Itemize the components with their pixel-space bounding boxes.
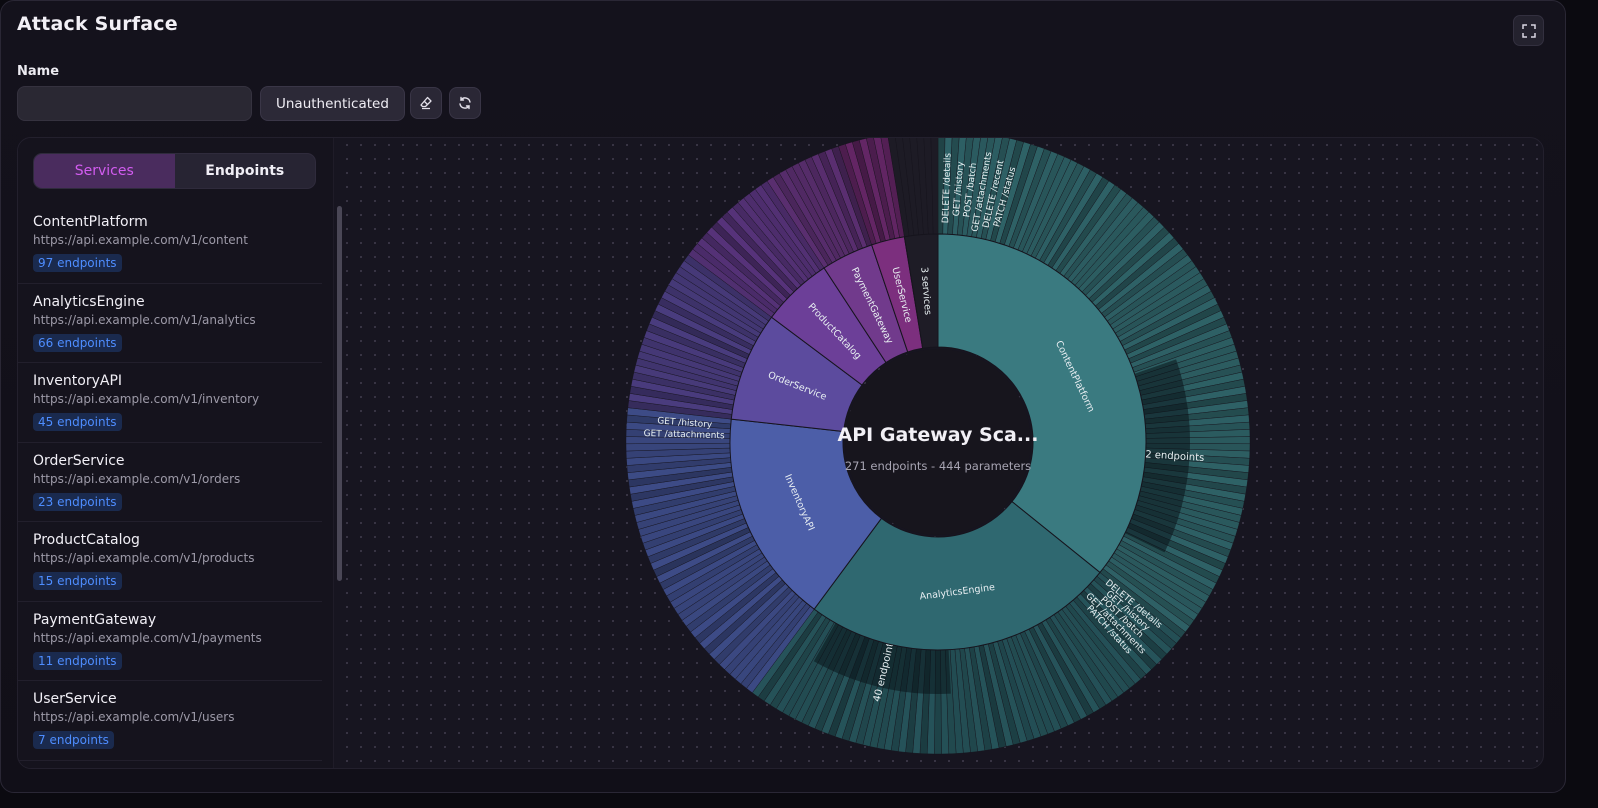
- service-name: OrderService: [33, 452, 125, 469]
- service-url: https://api.example.com/v1/orders: [33, 471, 241, 486]
- service-item-content-platform[interactable]: ContentPlatform https://api.example.com/…: [18, 204, 322, 284]
- service-item-user-service[interactable]: UserService https://api.example.com/v1/u…: [18, 681, 322, 761]
- service-item-product-catalog[interactable]: ProductCatalog https://api.example.com/v…: [18, 522, 322, 602]
- clear-button[interactable]: [410, 87, 442, 119]
- service-name: PaymentGateway: [33, 611, 157, 628]
- service-item-order-service[interactable]: OrderService https://api.example.com/v1/…: [18, 443, 322, 522]
- service-item-analytics-engine[interactable]: AnalyticsEngine https://api.example.com/…: [18, 284, 322, 363]
- eraser-icon: [420, 96, 432, 110]
- page-title: Attack Surface: [17, 13, 178, 35]
- name-input[interactable]: [17, 86, 252, 121]
- tab-endpoints[interactable]: Endpoints: [175, 154, 316, 188]
- endpoint-count-badge: 15 endpoints: [33, 572, 122, 590]
- refresh-button[interactable]: [449, 87, 481, 119]
- service-list: ContentPlatform https://api.example.com/…: [18, 204, 322, 768]
- service-name: ProductCatalog: [33, 532, 140, 548]
- name-label: Name: [17, 64, 60, 79]
- endpoint-count-badge: 97 endpoints: [33, 254, 122, 272]
- attack-surface-panel: 52 endpoints 40 endpoints DELETE /details G…: [17, 137, 1544, 769]
- endpoint-count-badge: 23 endpoints: [33, 492, 122, 511]
- service-name: InventoryAPI: [33, 373, 123, 389]
- expand-button[interactable]: [1513, 15, 1544, 46]
- attack-surface-window: Attack Surface Name Unauthenticated 52 e…: [0, 0, 1566, 793]
- endpoint-count-badge: 11 endpoints: [33, 651, 122, 670]
- sunburst-center-title: API Gateway Sca...: [838, 424, 1039, 446]
- service-url: https://api.example.com/v1/analytics: [33, 312, 256, 327]
- endpoint-count-badge: 45 endpoints: [33, 413, 122, 431]
- endpoint-count-badge: 7 endpoints: [33, 731, 114, 749]
- service-name: UserService: [33, 691, 117, 707]
- service-item-payment-gateway[interactable]: PaymentGateway https://api.example.com/v…: [18, 602, 322, 681]
- service-list-scrollbar[interactable]: [337, 206, 342, 581]
- service-url: https://api.example.com/v1/users: [33, 710, 235, 724]
- service-name: AnalyticsEngine: [33, 293, 145, 310]
- view-toggle: Services Endpoints: [33, 153, 316, 189]
- service-item-inventory-api[interactable]: InventoryAPI https://api.example.com/v1/…: [18, 363, 322, 443]
- service-url: https://api.example.com/v1/products: [33, 551, 255, 565]
- service-url: https://api.example.com/v1/content: [33, 233, 248, 247]
- endpoint-count-badge: 66 endpoints: [33, 333, 122, 352]
- refresh-icon: [459, 96, 471, 110]
- expand-icon: [1521, 23, 1536, 38]
- auth-button[interactable]: Unauthenticated: [260, 86, 405, 121]
- sunburst-center-subtitle: 271 endpoints - 444 parameters: [845, 459, 1031, 473]
- services-sidebar: Services Endpoints ContentPlatform https…: [18, 138, 342, 768]
- service-url: https://api.example.com/v1/payments: [33, 630, 262, 645]
- tab-services[interactable]: Services: [34, 154, 175, 188]
- service-name: ContentPlatform: [33, 214, 148, 230]
- service-url: https://api.example.com/v1/inventory: [33, 392, 260, 406]
